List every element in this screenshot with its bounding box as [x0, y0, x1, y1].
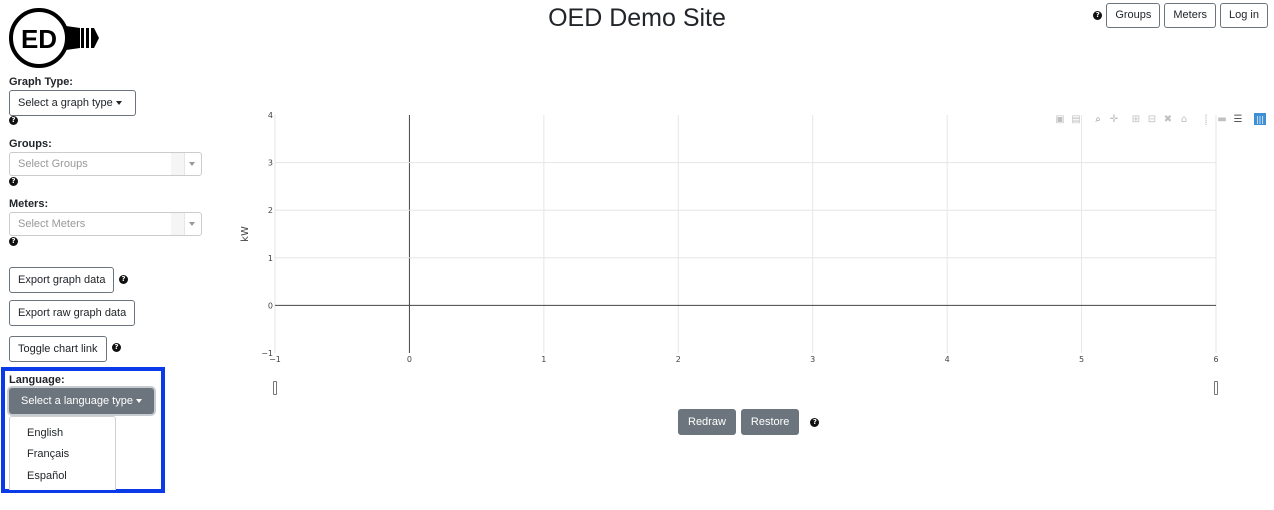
y-axis-label: kW — [240, 226, 251, 242]
export-graph-data-button[interactable]: Export graph data — [9, 267, 115, 293]
top-nav: ? Groups Meters Log in — [1093, 3, 1268, 28]
restore-button[interactable]: Restore — [740, 409, 800, 435]
toggle-chart-link-button[interactable]: Toggle chart link — [9, 336, 107, 362]
meters-placeholder: Select Meters — [18, 218, 86, 230]
y-tick-label: 4 — [268, 111, 273, 120]
groups-nav-button[interactable]: Groups — [1106, 3, 1161, 28]
language-option-english[interactable]: English — [27, 427, 63, 439]
y-tick-label: −1 — [261, 349, 273, 358]
range-slider-right-handle[interactable] — [1214, 381, 1218, 395]
meters-nav-button[interactable]: Meters — [1164, 3, 1217, 28]
page-title: OED Demo Site — [548, 4, 726, 32]
svg-text:ED: ED — [21, 24, 57, 54]
language-dropdown-button[interactable]: Select a language type — [9, 388, 154, 414]
x-tick-label: 6 — [1213, 355, 1218, 364]
question-circle-icon[interactable]: ? — [9, 116, 18, 125]
export-raw-graph-data-button[interactable]: Export raw graph data — [9, 300, 136, 326]
groups-placeholder: Select Groups — [18, 158, 88, 170]
question-circle-icon[interactable]: ? — [112, 343, 121, 352]
language-label: Language: — [9, 374, 65, 386]
question-circle-icon[interactable]: ? — [1093, 11, 1103, 20]
x-tick-label: 0 — [407, 355, 412, 364]
groups-label: Groups: — [9, 138, 52, 150]
graph-type-dropdown[interactable]: Select a graph type — [9, 90, 136, 116]
question-circle-icon[interactable]: ? — [810, 417, 820, 427]
range-slider-left-handle[interactable] — [273, 381, 277, 395]
chart-plot: −1 0 1 2 3 4 5 6−101234 kW — [240, 111, 1219, 364]
chevron-down-icon — [189, 162, 195, 166]
question-circle-icon[interactable]: ? — [9, 237, 18, 246]
select-divider — [171, 213, 185, 235]
caret-down-icon — [135, 399, 142, 404]
language-menu: English Français Español — [9, 416, 116, 490]
meters-select[interactable]: Select Meters — [9, 212, 202, 236]
language-option-spanish[interactable]: Español — [27, 470, 67, 482]
login-button[interactable]: Log in — [1220, 3, 1268, 28]
language-option-french[interactable]: Français — [27, 448, 69, 460]
graph-type-button-label: Select a graph type — [18, 97, 113, 109]
graph-type-label: Graph Type: — [9, 76, 73, 88]
y-tick-label: 3 — [268, 159, 273, 168]
language-button-label: Select a language type — [21, 395, 133, 407]
x-tick-label: 3 — [810, 355, 815, 364]
groups-select[interactable]: Select Groups — [9, 152, 202, 176]
redraw-button[interactable]: Redraw — [678, 409, 736, 435]
y-tick-label: 2 — [268, 206, 273, 215]
chart-controls: Redraw Restore ? — [678, 409, 820, 435]
x-tick-label: 4 — [945, 355, 950, 364]
question-circle-icon[interactable]: ? — [119, 275, 128, 284]
x-tick-label: 5 — [1079, 355, 1084, 364]
x-tick-label: 2 — [676, 355, 681, 364]
meters-label: Meters: — [9, 198, 49, 210]
oed-logo: ED — [8, 6, 102, 70]
chevron-down-icon — [189, 222, 195, 226]
y-tick-label: 1 — [268, 254, 273, 263]
question-circle-icon[interactable]: ? — [9, 177, 18, 186]
x-tick-label: 1 — [541, 355, 546, 364]
y-tick-label: 0 — [268, 301, 273, 310]
caret-down-icon — [115, 101, 122, 106]
select-divider — [171, 153, 185, 175]
